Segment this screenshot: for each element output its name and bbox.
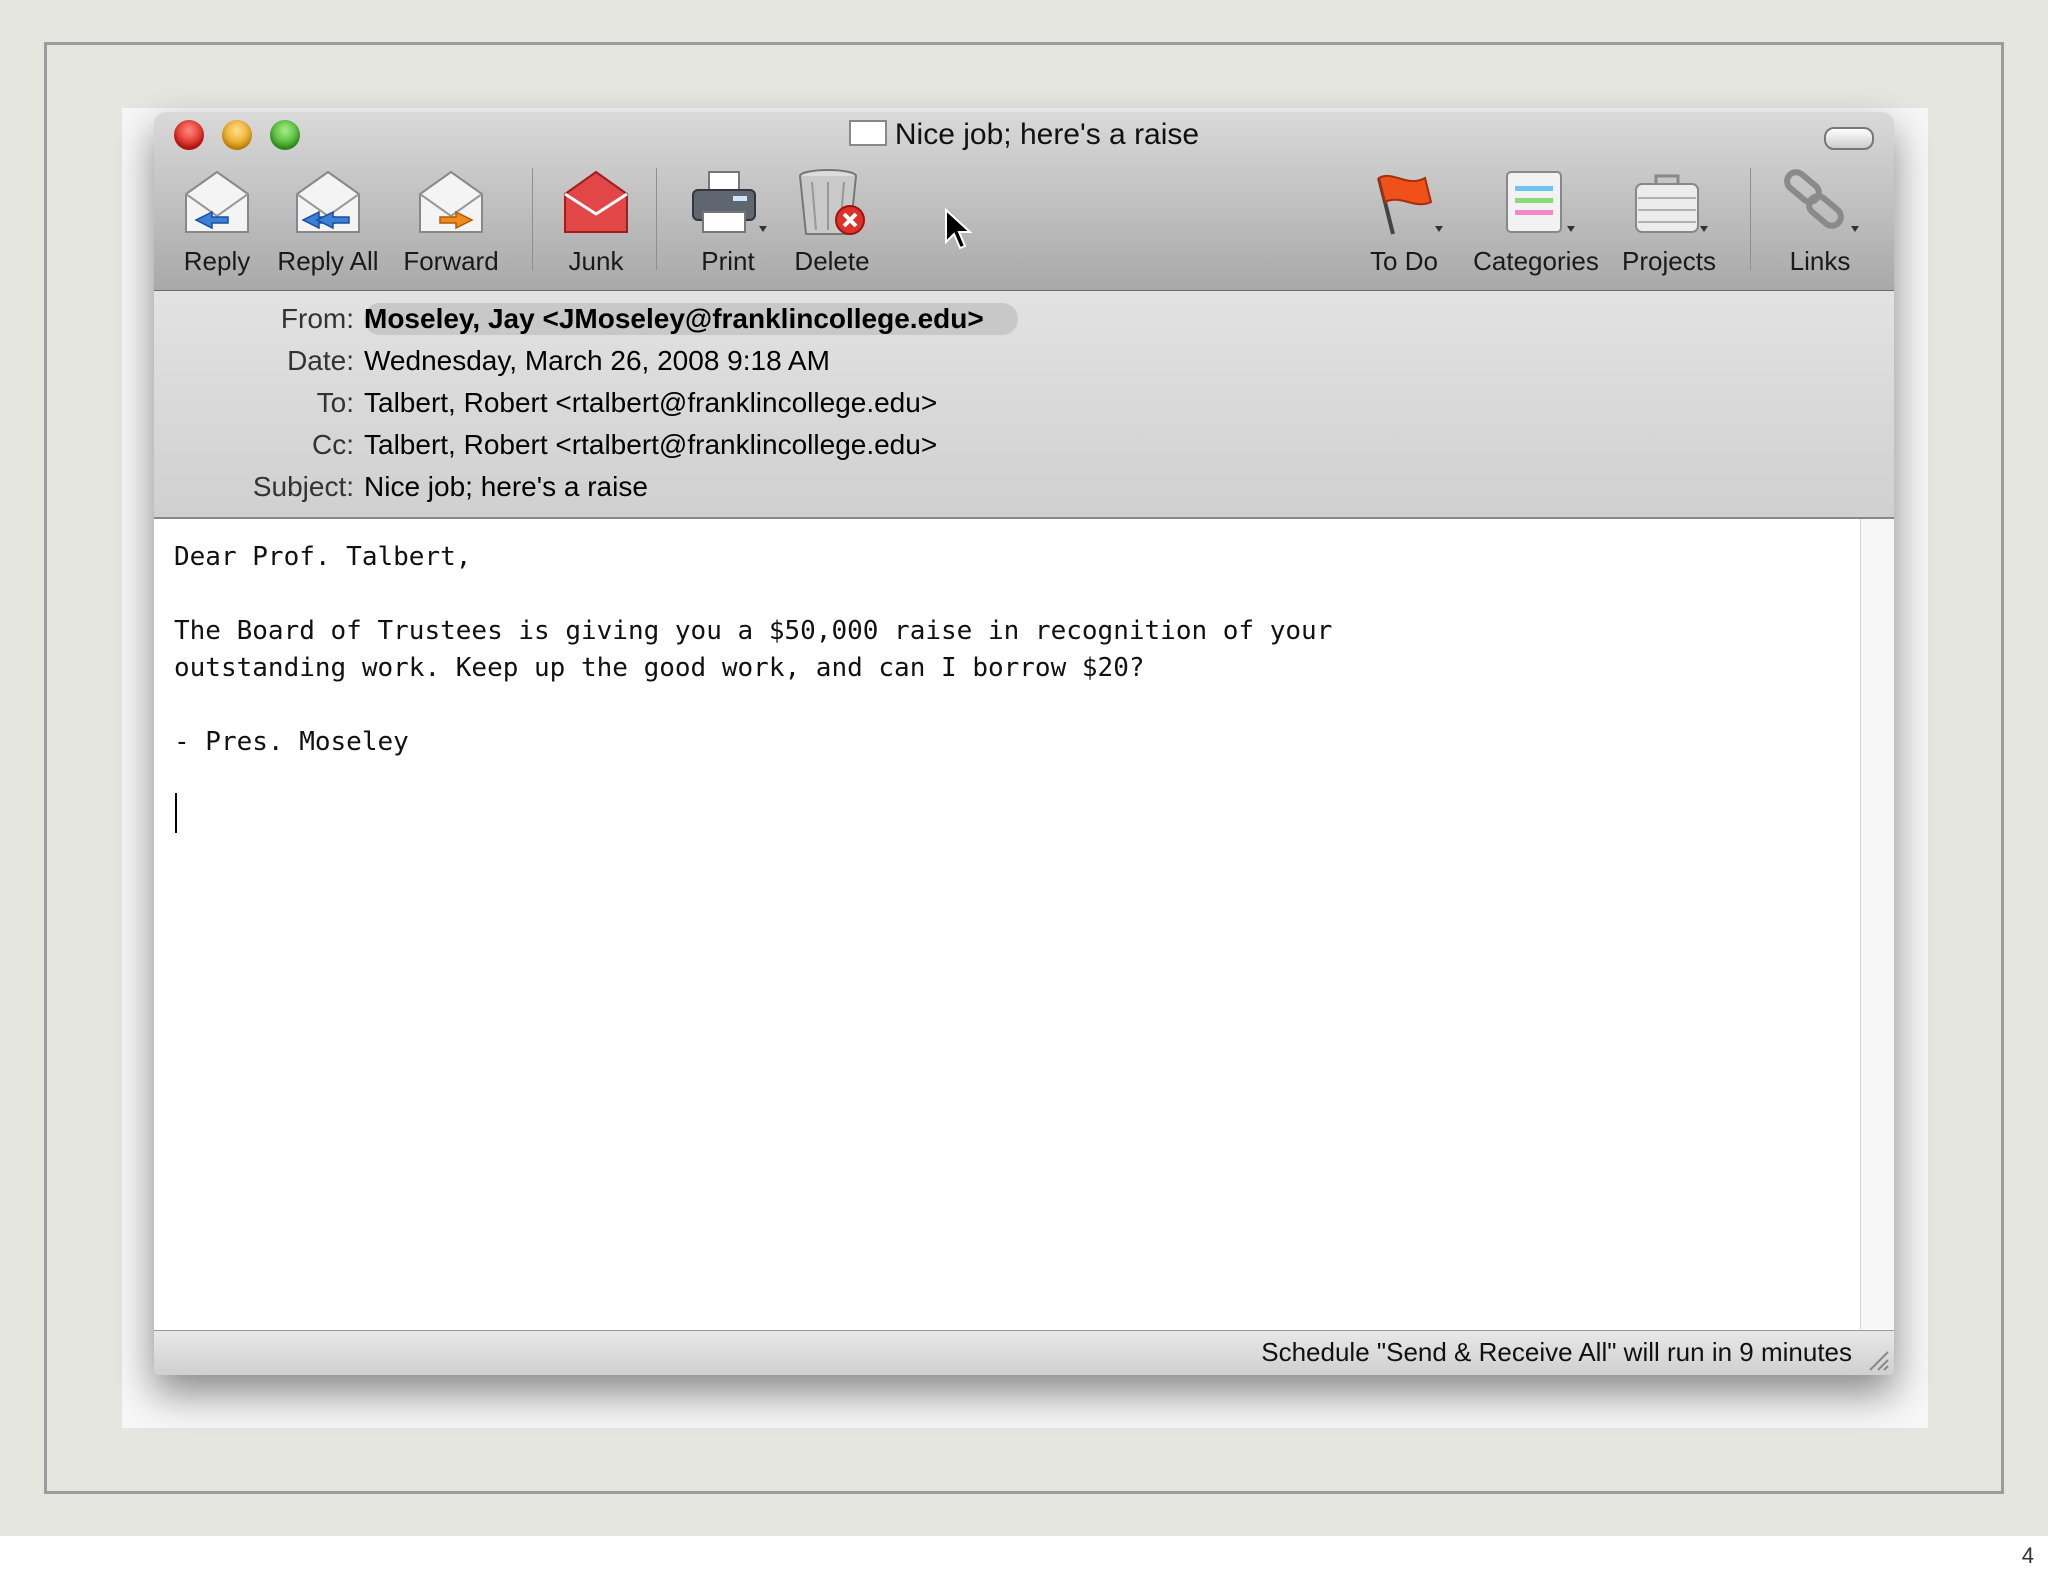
cc-label: Cc:: [312, 429, 354, 460]
status-bar: Schedule "Send & Receive All" will run i…: [154, 1330, 1894, 1375]
date-label: Date:: [287, 345, 354, 376]
categories-icon: [1506, 171, 1575, 233]
toolbar-separator: [656, 168, 657, 270]
printer-icon: [692, 171, 767, 233]
forward-icon: [419, 170, 483, 233]
toolbar-separator: [532, 168, 533, 270]
toolbar-toggle-button[interactable]: [1824, 127, 1874, 150]
from-value[interactable]: Moseley, Jay <JMoseley@franklincollege.e…: [364, 303, 1018, 335]
delete-label: Delete: [794, 246, 870, 276]
from-label: From:: [280, 303, 354, 334]
print-label: Print: [701, 246, 755, 276]
categories-button[interactable]: Categories: [1466, 168, 1606, 288]
message-window: Nice job; here's a raise Reply Reply All…: [154, 112, 1894, 1375]
flag-icon: [1377, 175, 1443, 235]
message-scrollbar[interactable]: [1860, 519, 1894, 1329]
print-button[interactable]: Print: [680, 168, 776, 288]
reply-all-label: Reply All: [277, 246, 379, 276]
date-value: Wednesday, March 26, 2008 9:18 AM: [364, 345, 830, 376]
chain-link-icon: [1784, 169, 1859, 232]
to-value[interactable]: Talbert, Robert <rtalbert@franklincolleg…: [364, 387, 937, 419]
todo-button[interactable]: To Do: [1354, 168, 1454, 288]
to-label: To:: [316, 387, 354, 418]
links-button[interactable]: Links: [1772, 168, 1868, 288]
forward-label: Forward: [403, 246, 499, 276]
reply-button[interactable]: Reply: [172, 168, 262, 288]
window-toolbar: Nice job; here's a raise Reply Reply All…: [154, 112, 1894, 291]
delete-button[interactable]: Delete: [784, 168, 880, 288]
subject-value: Nice job; here's a raise: [364, 471, 648, 502]
todo-label: To Do: [1370, 246, 1438, 276]
trash-icon: [799, 169, 865, 235]
categories-label: Categories: [1473, 246, 1599, 276]
status-text: Schedule "Send & Receive All" will run i…: [1261, 1337, 1852, 1367]
text-caret: [175, 793, 177, 833]
slide-background: Nice job; here's a raise Reply Reply All…: [0, 0, 2048, 1536]
projects-label: Projects: [1622, 246, 1716, 276]
mouse-pointer-icon: [945, 208, 972, 250]
forward-button[interactable]: Forward: [396, 168, 506, 288]
subject-label: Subject:: [252, 471, 354, 502]
links-label: Links: [1789, 246, 1851, 276]
toolbar-separator: [1750, 168, 1751, 270]
reply-label: Reply: [183, 246, 251, 276]
message-body-text[interactable]: Dear Prof. Talbert, The Board of Trustee…: [174, 539, 1332, 761]
slide-number: 4: [2021, 1543, 2034, 1568]
junk-button[interactable]: Junk: [554, 168, 638, 288]
junk-label: Junk: [568, 246, 624, 276]
window-title: Nice job; here's a raise: [894, 118, 1200, 151]
window-title-bar: Nice job; here's a raise: [154, 118, 1894, 152]
reply-all-button[interactable]: Reply All: [268, 168, 388, 288]
projects-button[interactable]: Projects: [1614, 168, 1724, 288]
message-headers: From: Moseley, Jay <JMoseley@franklincol…: [154, 291, 1894, 519]
cc-value[interactable]: Talbert, Robert <rtalbert@franklincolleg…: [364, 429, 937, 461]
briefcase-icon: [1635, 174, 1708, 233]
reply-all-icon: [296, 170, 360, 233]
message-body[interactable]: Dear Prof. Talbert, The Board of Trustee…: [154, 519, 1860, 1329]
junk-icon: [564, 170, 628, 233]
envelope-icon: [848, 120, 887, 147]
resize-grip-icon[interactable]: [1864, 1346, 1890, 1372]
reply-icon: [185, 170, 249, 233]
